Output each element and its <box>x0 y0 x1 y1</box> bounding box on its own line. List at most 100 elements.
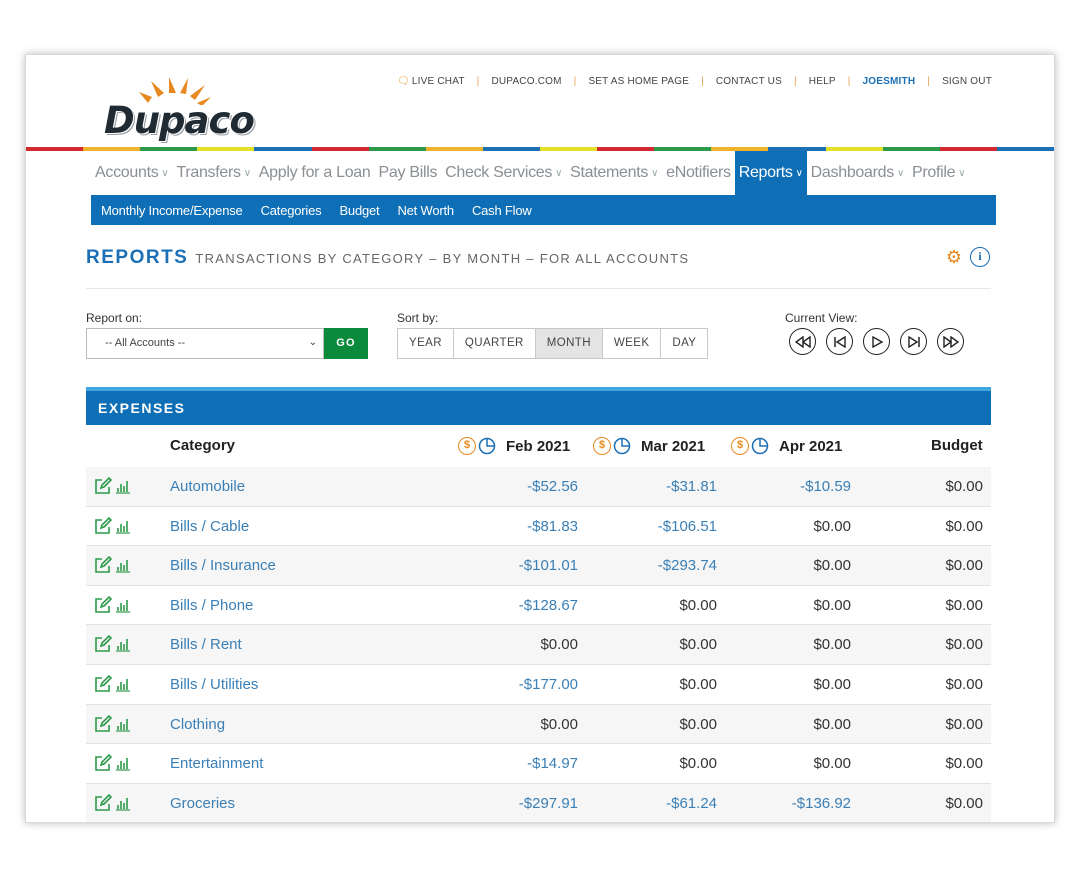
edit-icon[interactable] <box>94 477 112 495</box>
budget-cell: $0.00 <box>945 794 983 812</box>
bar-chart-icon[interactable] <box>115 597 131 613</box>
dollar-icon[interactable]: $ <box>593 437 611 455</box>
column-header-label: Apr 2021 <box>779 437 843 455</box>
edit-icon[interactable] <box>94 793 112 812</box>
category-link[interactable]: Automobile <box>170 478 245 495</box>
account-select-value: -- All Accounts -- <box>105 337 186 349</box>
category-link[interactable]: Bills / Phone <box>170 597 253 614</box>
bar-chart-icon[interactable] <box>115 518 131 534</box>
bar-chart-icon[interactable] <box>115 557 131 573</box>
nav-transfers[interactable]: Transfers ∨ <box>172 151 254 195</box>
nav-profile[interactable]: Profile ∨ <box>908 151 969 195</box>
bar-chart-icon[interactable] <box>115 478 131 494</box>
user-profile-link[interactable]: JOESMITH <box>863 76 916 87</box>
help-link[interactable]: HELP <box>809 76 836 87</box>
edit-icon[interactable] <box>94 754 112 772</box>
subnav-cash-flow[interactable]: Cash Flow <box>472 203 532 218</box>
subnav-categories[interactable]: Categories <box>261 203 322 218</box>
bar-chart-icon[interactable] <box>115 636 131 652</box>
column-header-icons: $ <box>458 437 496 455</box>
amount-cell[interactable]: -$10.59 <box>731 478 851 495</box>
amount-cell[interactable]: -$31.81 <box>597 478 717 495</box>
bar-chart-icon[interactable] <box>115 676 131 692</box>
pie-chart-icon[interactable] <box>613 437 631 455</box>
info-icon[interactable]: i <box>970 247 990 267</box>
amount-cell: $0.00 <box>813 675 851 693</box>
go-button[interactable]: GO <box>324 328 368 359</box>
main-nav: Accounts ∨ Transfers ∨ Apply for a Loan Pay B… <box>91 151 969 195</box>
amount-cell[interactable]: -$81.83 <box>458 518 578 535</box>
skip-previous-icon[interactable] <box>826 328 853 355</box>
report-on-label: Report on: <box>86 311 143 325</box>
nav-dashboards[interactable]: Dashboards ∨ <box>807 151 908 195</box>
bar-chart-icon[interactable] <box>115 795 131 811</box>
amount-cell[interactable]: -$14.97 <box>458 755 578 772</box>
sort-week-button[interactable]: WEEK <box>602 329 662 358</box>
amount-cell: $0.00 <box>540 636 578 654</box>
edit-icon[interactable] <box>94 595 112 614</box>
amount-cell[interactable]: -$177.00 <box>458 676 578 693</box>
fast-forward-icon[interactable] <box>937 328 964 355</box>
amount-cell[interactable]: -$106.51 <box>597 518 717 535</box>
nav-check-services[interactable]: Check Services ∨ <box>441 151 566 195</box>
sort-day-button[interactable]: DAY <box>661 329 708 358</box>
edit-icon[interactable] <box>94 516 112 535</box>
amount-cell[interactable]: -$52.56 <box>458 478 578 495</box>
category-link[interactable]: Entertainment <box>170 755 263 772</box>
nav-label: Statements <box>570 164 649 181</box>
nav-statements[interactable]: Statements ∨ <box>566 151 662 195</box>
column-header-budget: Budget <box>931 437 983 454</box>
pie-chart-icon[interactable] <box>478 437 496 455</box>
sort-quarter-button[interactable]: QUARTER <box>453 329 536 358</box>
nav-reports[interactable]: Reports ∨ <box>734 151 807 195</box>
pie-chart-icon[interactable] <box>751 437 769 455</box>
dupaco-com-link[interactable]: DUPACO.COM <box>491 76 561 87</box>
sort-month-button[interactable]: MONTH <box>535 329 603 358</box>
dollar-icon[interactable]: $ <box>731 437 749 455</box>
column-header-category: Category <box>170 437 236 454</box>
bar-chart-icon[interactable] <box>115 716 131 732</box>
sort-year-button[interactable]: YEAR <box>398 329 454 358</box>
row-actions <box>94 595 131 614</box>
category-link[interactable]: Clothing <box>170 716 225 733</box>
amount-cell[interactable]: -$136.92 <box>731 795 851 812</box>
set-home-page-link[interactable]: SET AS HOME PAGE <box>588 76 689 87</box>
subnav-net-worth[interactable]: Net Worth <box>397 203 454 218</box>
category-link[interactable]: Bills / Insurance <box>170 557 276 574</box>
dupaco-logo[interactable]: Dupaco <box>102 75 255 145</box>
page-heading: REPORTS TRANSACTIONS BY CATEGORY – BY MO… <box>86 247 689 269</box>
category-link[interactable]: Bills / Utilities <box>170 676 258 693</box>
nav-enotifiers[interactable]: eNotifiers <box>662 151 735 195</box>
nav-apply-for-a-loan[interactable]: Apply for a Loan <box>255 151 375 195</box>
category-link[interactable]: Bills / Rent <box>170 636 242 653</box>
subnav-budget[interactable]: Budget <box>339 203 379 218</box>
amount-cell[interactable]: -$101.01 <box>458 557 578 574</box>
bar-chart-icon[interactable] <box>115 755 131 771</box>
contact-us-link[interactable]: CONTACT US <box>716 76 782 87</box>
category-link[interactable]: Groceries <box>170 795 235 812</box>
gear-icon[interactable]: ⚙ <box>944 247 964 267</box>
dollar-icon[interactable]: $ <box>458 437 476 455</box>
edit-icon[interactable] <box>94 714 112 733</box>
play-icon[interactable] <box>863 328 890 355</box>
edit-icon[interactable] <box>94 674 112 693</box>
sign-out-link[interactable]: SIGN OUT <box>942 76 992 87</box>
row-actions <box>94 714 131 733</box>
skip-next-icon[interactable] <box>900 328 927 355</box>
amount-cell[interactable]: -$293.74 <box>597 557 717 574</box>
edit-icon[interactable] <box>94 635 112 653</box>
amount-cell[interactable]: -$61.24 <box>597 795 717 812</box>
live-chat-link[interactable]: LIVE CHAT <box>412 76 465 87</box>
category-link[interactable]: Bills / Cable <box>170 518 249 535</box>
nav-accounts[interactable]: Accounts ∨ <box>91 151 172 195</box>
amount-cell[interactable]: -$128.67 <box>458 597 578 614</box>
rewind-icon[interactable] <box>789 328 816 355</box>
expenses-section-header: EXPENSES <box>86 387 991 425</box>
edit-icon[interactable] <box>94 556 112 574</box>
subnav-monthly-income-expense[interactable]: Monthly Income/Expense <box>101 203 243 218</box>
amount-cell[interactable]: -$297.91 <box>458 795 578 812</box>
nav-pay-bills[interactable]: Pay Bills <box>375 151 442 195</box>
row-actions <box>94 477 131 495</box>
account-select[interactable]: -- All Accounts -- ⌄ <box>86 328 324 359</box>
table-row: Bills / Utilities -$177.00 $0.00 $0.00 $0.00 <box>86 665 991 705</box>
